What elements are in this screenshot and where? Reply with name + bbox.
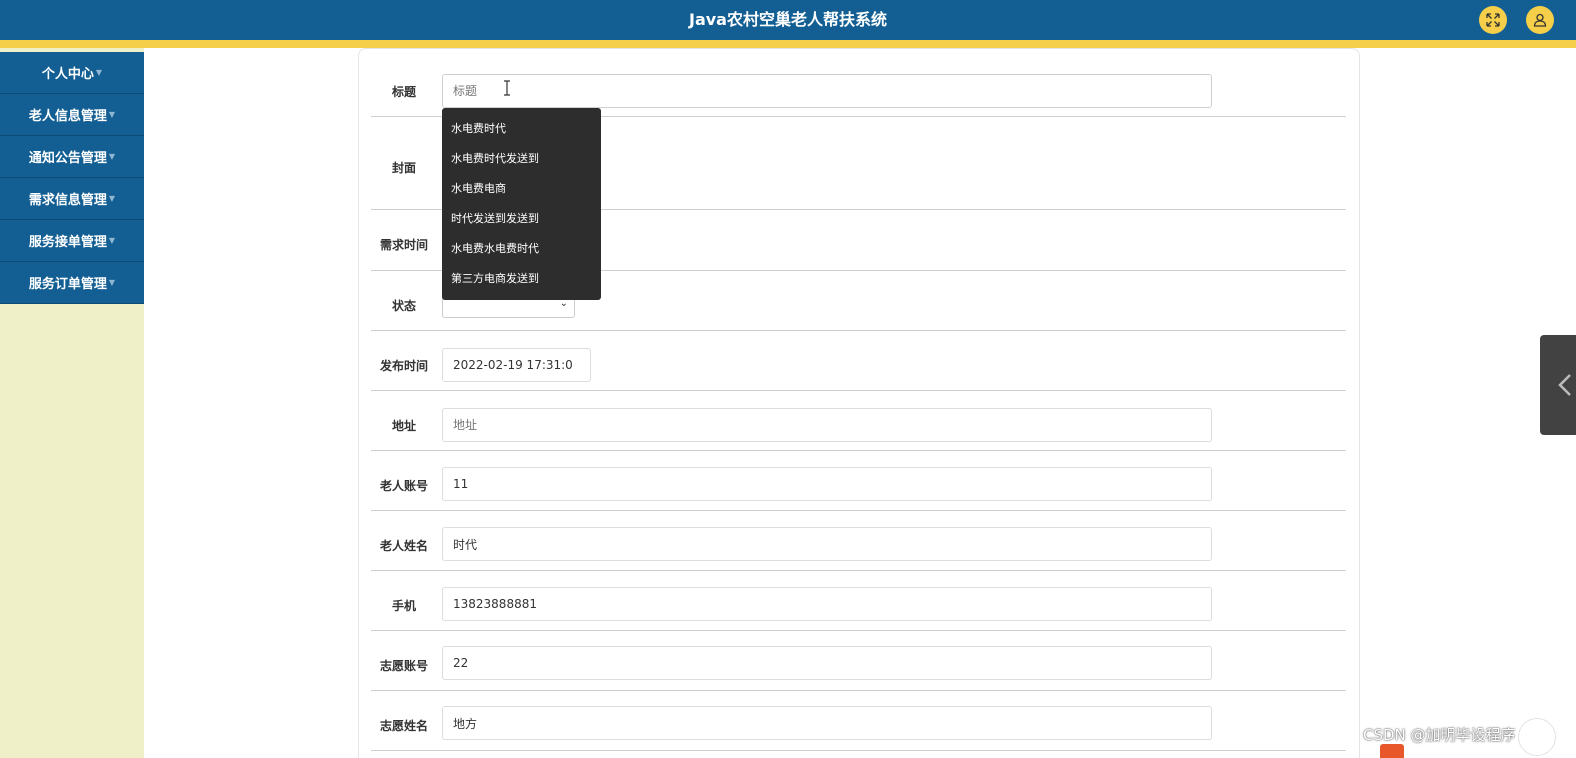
volunteer-account-input[interactable]: 22 xyxy=(442,646,1212,680)
sidebar-item-label: 老人信息管理 xyxy=(28,109,107,124)
volunteer-name-label: 志愿姓名 xyxy=(379,719,428,733)
sidebar-item-demand-info[interactable]: 需求信息管理 ▼ xyxy=(0,178,144,220)
caret-down-icon: ▼ xyxy=(108,110,116,119)
floating-widget[interactable] xyxy=(1518,718,1556,756)
form-row-volunteer-name: 志愿姓名 地方 xyxy=(371,691,1346,751)
sidebar-item-service-order[interactable]: 服务订单管理 ▼ xyxy=(0,262,144,304)
sidebar-item-elder-info[interactable]: 老人信息管理 ▼ xyxy=(0,94,144,136)
autocomplete-item[interactable]: 时代发送到发送到 xyxy=(442,204,601,234)
status-label: 状态 xyxy=(391,299,416,313)
autocomplete-item[interactable]: 水电费时代 xyxy=(442,114,601,144)
title-label: 标题 xyxy=(391,85,416,99)
sidebar-item-label: 服务接单管理 xyxy=(28,235,107,250)
elder-name-input[interactable]: 时代 xyxy=(442,527,1212,561)
top-header: Java农村空巢老人帮扶系统 xyxy=(0,0,1576,40)
user-icon xyxy=(1533,13,1547,27)
sidebar: 个人中心 ▼ 老人信息管理 ▼ 通知公告管理 ▼ 需求信息管理 ▼ 服务接单管理 ▼ 服务… xyxy=(0,48,144,758)
app-title: Java农村空巢老人帮扶系统 xyxy=(689,10,887,29)
form-row-publish-time: 发布时间 2022-02-19 17:31:0 xyxy=(371,331,1346,391)
sidebar-item-personal-center[interactable]: 个人中心 ▼ xyxy=(0,52,144,94)
user-button[interactable] xyxy=(1526,6,1554,34)
chevron-left-icon xyxy=(1558,374,1571,396)
address-label: 地址 xyxy=(391,419,416,433)
demand-time-label: 需求时间 xyxy=(379,238,428,252)
volunteer-name-input[interactable]: 地方 xyxy=(442,706,1212,740)
form-row-elder-account: 老人账号 11 xyxy=(371,451,1346,511)
fullscreen-button[interactable] xyxy=(1479,6,1507,34)
sidebar-item-label: 个人中心 xyxy=(41,67,94,82)
autocomplete-item[interactable]: 水电费电商 xyxy=(442,174,601,204)
publish-time-label: 发布时间 xyxy=(379,359,428,373)
caret-down-icon: ▼ xyxy=(108,152,116,161)
caret-down-icon: ▼ xyxy=(108,278,116,287)
phone-input[interactable]: 13823888881 xyxy=(442,587,1212,621)
form-row-address: 地址 xyxy=(371,391,1346,451)
title-autocomplete-dropdown: 水电费时代 水电费时代发送到 水电费电商 时代发送到发送到 水电费水电费时代 第… xyxy=(442,108,601,300)
caret-down-icon: ▼ xyxy=(95,68,103,77)
autocomplete-item[interactable]: 第三方电商发送到 xyxy=(442,264,601,294)
cover-label: 封面 xyxy=(391,161,416,175)
expand-icon xyxy=(1486,13,1500,27)
header-accent-stripe xyxy=(0,40,1576,48)
autocomplete-item[interactable]: 水电费时代发送到 xyxy=(442,144,601,174)
watermark-text: CSDN @加明毕设程序 xyxy=(1363,726,1516,744)
form-row-volunteer-account: 志愿账号 22 xyxy=(371,631,1346,691)
sidebar-menu: 个人中心 ▼ 老人信息管理 ▼ 通知公告管理 ▼ 需求信息管理 ▼ 服务接单管理 ▼ 服务… xyxy=(0,52,144,304)
form-row-elder-name: 老人姓名 时代 xyxy=(371,511,1346,571)
csdn-logo-icon xyxy=(1380,744,1404,758)
phone-label: 手机 xyxy=(391,599,416,613)
sidebar-item-service-accept[interactable]: 服务接单管理 ▼ xyxy=(0,220,144,262)
sidebar-item-label: 服务订单管理 xyxy=(28,277,107,292)
address-input[interactable] xyxy=(442,408,1212,442)
elder-account-label: 老人账号 xyxy=(379,479,428,493)
elder-account-input[interactable]: 11 xyxy=(442,467,1212,501)
caret-down-icon: ▼ xyxy=(108,194,116,203)
caret-down-icon: ▼ xyxy=(108,236,116,245)
side-panel-toggle[interactable] xyxy=(1540,335,1576,435)
title-input[interactable] xyxy=(442,74,1212,108)
form-row-phone: 手机 13823888881 xyxy=(371,571,1346,631)
volunteer-account-label: 志愿账号 xyxy=(379,659,428,673)
text-cursor-icon xyxy=(504,80,510,96)
sidebar-item-label: 需求信息管理 xyxy=(28,193,107,208)
autocomplete-item[interactable]: 水电费水电费时代 xyxy=(442,234,601,264)
elder-name-label: 老人姓名 xyxy=(379,539,428,553)
sidebar-item-label: 通知公告管理 xyxy=(28,151,107,166)
sidebar-item-notice[interactable]: 通知公告管理 ▼ xyxy=(0,136,144,178)
publish-time-input[interactable]: 2022-02-19 17:31:0 xyxy=(442,348,591,382)
